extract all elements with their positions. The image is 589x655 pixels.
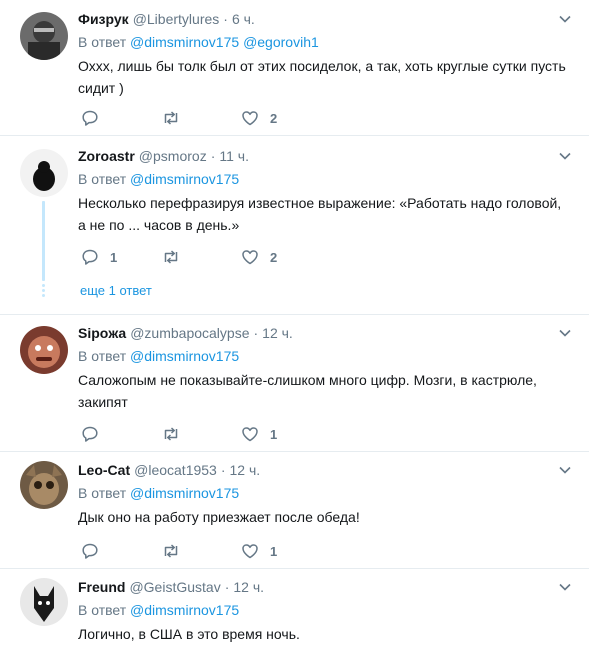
reply-context: В ответ @dimsmirnov175 <box>78 483 569 503</box>
reply-context: В ответ @dimsmirnov175 @egorovih1 <box>78 32 569 52</box>
retweet-button[interactable] <box>161 247 192 267</box>
reply-prefix: В ответ <box>78 348 127 364</box>
avatar[interactable] <box>20 326 68 374</box>
timestamp[interactable]: 6 ч. <box>232 9 255 29</box>
show-more-replies-link[interactable]: еще 1 ответ <box>80 283 152 299</box>
author-handle[interactable]: @Libertylures <box>133 9 220 29</box>
author-name[interactable]: Zoroastr <box>78 146 135 166</box>
like-button[interactable]: 1 <box>241 541 277 561</box>
mention-link[interactable]: @egorovih1 <box>243 34 319 50</box>
mention-link[interactable]: @dimsmirnov175 <box>130 485 239 501</box>
timestamp[interactable]: 12 ч. <box>233 577 264 597</box>
chevron-down-icon[interactable] <box>557 579 573 595</box>
reply-icon <box>82 110 98 126</box>
reply-icon <box>82 426 98 442</box>
retweet-icon <box>164 427 178 441</box>
like-button[interactable]: 2 <box>241 247 277 267</box>
heart-icon <box>242 427 258 442</box>
reply-prefix: В ответ <box>78 34 127 50</box>
author-name[interactable]: Физрук <box>78 9 129 29</box>
timestamp[interactable]: 12 ч. <box>230 460 261 480</box>
tweet[interactable]: Sipoжа @zumbapocalypse · 12 ч. В ответ @… <box>0 316 589 452</box>
reply-context: В ответ @dimsmirnov175 <box>78 169 569 189</box>
timestamp[interactable]: 11 ч. <box>219 146 249 166</box>
retweet-button[interactable] <box>161 424 192 444</box>
heart-icon <box>242 544 258 559</box>
retweet-button[interactable] <box>161 541 192 561</box>
thread-line <box>42 201 45 281</box>
author-name[interactable]: Sipoжа <box>78 323 126 343</box>
reply-count: 1 <box>110 249 118 265</box>
reply-button[interactable]: 1 <box>81 247 117 267</box>
reply-prefix: В ответ <box>78 602 127 618</box>
tweet[interactable]: Leo-Cat @leocat1953 · 12 ч. В ответ @dim… <box>0 453 589 569</box>
tweet-text: Салoжопым не показывайте-слишком много ц… <box>78 372 541 410</box>
author-name[interactable]: Freund <box>78 577 125 597</box>
separator-dot: · <box>224 579 230 595</box>
mention-link[interactable]: @dimsmirnov175 <box>130 348 239 364</box>
avatar[interactable] <box>20 149 68 197</box>
like-count: 2 <box>270 110 278 126</box>
avatar[interactable] <box>20 578 68 626</box>
tweet[interactable]: Freund @GeistGustav · 12 ч. В ответ @dim… <box>0 570 589 655</box>
author-name[interactable]: Leo-Cat <box>78 460 130 480</box>
reply-icon <box>82 543 98 559</box>
author-handle[interactable]: @GeistGustav <box>129 577 220 597</box>
reply-context: В ответ @dimsmirnov175 <box>78 346 569 366</box>
reply-button[interactable] <box>81 424 110 444</box>
avatar[interactable] <box>20 12 68 60</box>
like-button[interactable]: 2 <box>241 108 277 128</box>
tweet-text: Логично, в США в это время ночь. <box>78 626 300 642</box>
tweet[interactable]: Zoroastr @psmoroz · 11 ч. В ответ @dimsm… <box>0 137 589 315</box>
tweet-text: Оххх, лишь бы толк был от этих посиделок… <box>78 58 570 96</box>
separator-dot: · <box>210 148 216 164</box>
mention-link[interactable]: @dimsmirnov175 <box>130 171 239 187</box>
retweet-icon <box>164 250 178 264</box>
reply-button[interactable] <box>81 541 110 561</box>
author-handle[interactable]: @leocat1953 <box>134 460 217 480</box>
mention-link[interactable]: @dimsmirnov175 <box>130 34 239 50</box>
chevron-down-icon[interactable] <box>557 11 573 27</box>
author-handle[interactable]: @zumbapocalypse <box>130 323 249 343</box>
chevron-down-icon[interactable] <box>557 325 573 341</box>
reply-context: В ответ @dimsmirnov175 <box>78 600 569 620</box>
like-count: 1 <box>270 543 278 559</box>
reply-icon <box>82 249 98 265</box>
chevron-down-icon[interactable] <box>557 462 573 478</box>
reply-prefix: В ответ <box>78 171 127 187</box>
tweet-text: Несколько перефразируя известное выражен… <box>78 195 566 233</box>
retweet-icon <box>164 544 178 558</box>
timestamp[interactable]: 12 ч. <box>262 323 293 343</box>
reply-prefix: В ответ <box>78 485 127 501</box>
separator-dot: · <box>220 462 226 478</box>
reply-button[interactable] <box>81 108 110 128</box>
heart-icon <box>242 250 258 265</box>
tweet[interactable]: Физрук @Libertylures · 6 ч. В ответ @dim… <box>0 0 589 136</box>
separator-dot: · <box>253 325 259 341</box>
like-count: 2 <box>270 249 278 265</box>
like-button[interactable]: 1 <box>241 424 277 444</box>
retweet-button[interactable] <box>161 108 192 128</box>
tweet-text: Дык оно на работу приезжает после обеда! <box>78 509 360 525</box>
author-handle[interactable]: @psmoroz <box>139 146 207 166</box>
mention-link[interactable]: @dimsmirnov175 <box>130 602 239 618</box>
chevron-down-icon[interactable] <box>557 148 573 164</box>
heart-icon <box>242 111 258 126</box>
avatar[interactable] <box>20 461 68 509</box>
retweet-icon <box>164 111 178 125</box>
thread-dots <box>42 284 45 299</box>
separator-dot: · <box>223 11 228 27</box>
like-count: 1 <box>270 426 278 442</box>
